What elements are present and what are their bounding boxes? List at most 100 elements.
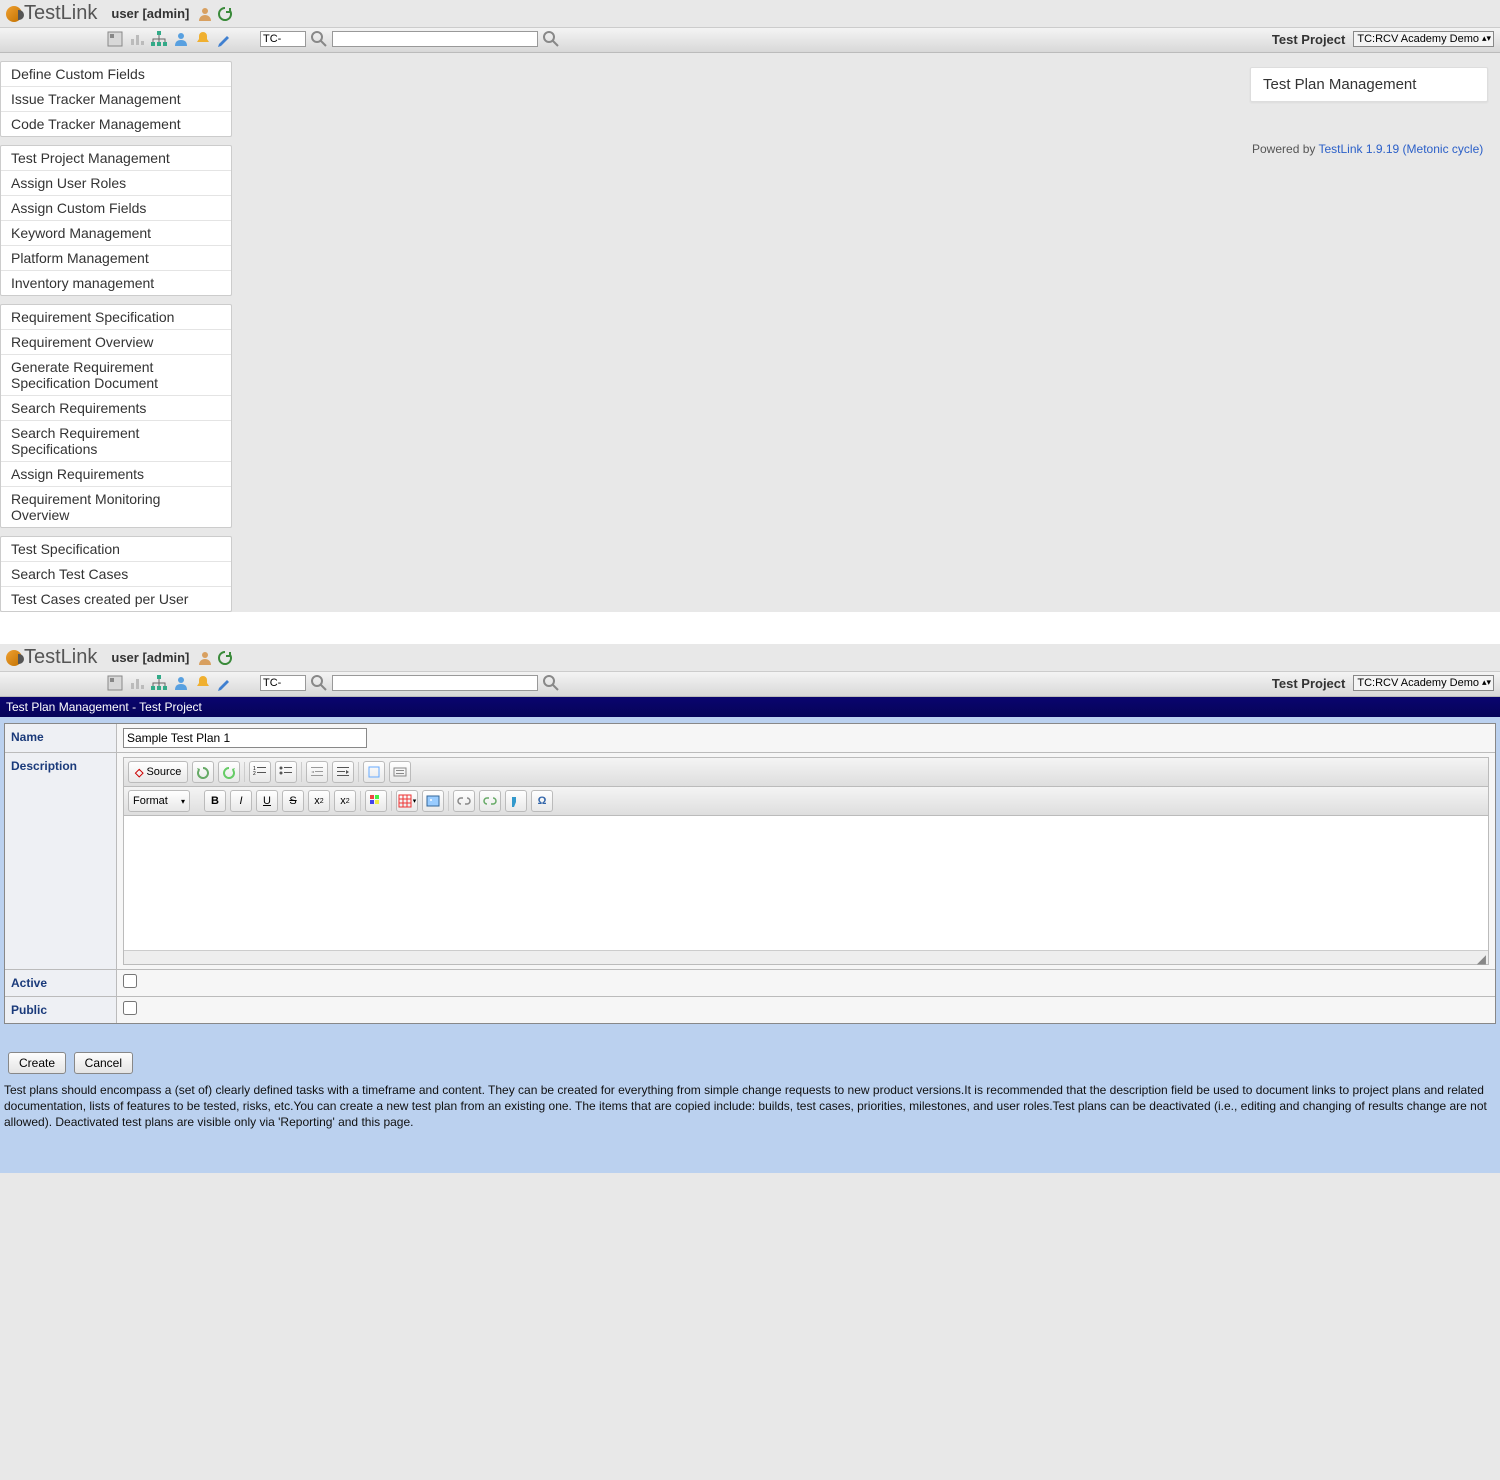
anchor-icon[interactable] <box>505 790 527 812</box>
sidebar-item[interactable]: Platform Management <box>1 246 231 271</box>
header-bar-2: TestLink user [admin] <box>0 644 1500 672</box>
sidebar-item[interactable]: Test Project Management <box>1 146 231 171</box>
tc-prefix-input[interactable] <box>260 31 306 47</box>
nav-group-3: Requirement Specification Requirement Ov… <box>0 304 232 528</box>
refresh-icon[interactable] <box>217 6 233 22</box>
tc-prefix-input-2[interactable] <box>260 675 306 691</box>
public-label: Public <box>5 997 117 1023</box>
tree-struct-icon[interactable] <box>150 674 168 692</box>
unlink-icon[interactable] <box>479 790 501 812</box>
panel-title: Test Plan Management <box>1263 76 1475 93</box>
refresh-icon[interactable] <box>217 650 233 666</box>
help-text: Test plans should encompass a (set of) c… <box>4 1074 1496 1143</box>
toolbar-2: Test Project TC:RCV Academy Demo▴▾ <box>0 672 1500 697</box>
rich-text-editor: ◇Source 12 <box>123 757 1489 965</box>
sidebar-item[interactable]: Search Requirements <box>1 396 231 421</box>
nav-group-1: Define Custom Fields Issue Tracker Manag… <box>0 61 232 137</box>
sidebar-item[interactable]: Inventory management <box>1 271 231 295</box>
sidebar-item[interactable]: Assign Requirements <box>1 462 231 487</box>
powered-link[interactable]: TestLink 1.9.19 (Metonic cycle) <box>1319 142 1484 156</box>
active-checkbox[interactable] <box>123 974 137 988</box>
sidebar-item[interactable]: Assign Custom Fields <box>1 196 231 221</box>
sidebar-item[interactable]: Code Tracker Management <box>1 112 231 136</box>
superscript-icon[interactable]: x2 <box>334 790 356 812</box>
project-label: Test Project <box>1272 32 1345 47</box>
edit-pen-icon[interactable] <box>216 674 234 692</box>
bold-icon[interactable]: B <box>204 790 226 812</box>
sidebar-item[interactable]: Search Test Cases <box>1 562 231 587</box>
test-plan-mgmt-panel[interactable]: Test Plan Management <box>1250 67 1488 102</box>
search-tc-icon[interactable] <box>310 674 328 692</box>
name-input[interactable] <box>123 728 367 748</box>
sidebar: Define Custom Fields Issue Tracker Manag… <box>0 53 232 612</box>
underline-icon[interactable]: U <box>256 790 278 812</box>
editor-textarea[interactable] <box>124 816 1488 950</box>
color-icon[interactable] <box>365 790 387 812</box>
description-label: Description <box>5 753 117 969</box>
search-input[interactable] <box>332 31 538 47</box>
sidebar-item[interactable]: Keyword Management <box>1 221 231 246</box>
sidebar-item[interactable]: Generate Requirement Specification Docum… <box>1 355 231 396</box>
search-input-2[interactable] <box>332 675 538 691</box>
special-char-icon[interactable]: Ω <box>531 790 553 812</box>
right-panel: Test Plan Management Powered by TestLink… <box>1250 53 1500 156</box>
bullet-list-icon[interactable] <box>275 761 297 783</box>
spec-tree-icon[interactable] <box>106 674 124 692</box>
metrics-icon[interactable] <box>128 30 146 48</box>
search-icon[interactable] <box>542 674 560 692</box>
cancel-button[interactable]: Cancel <box>74 1052 133 1074</box>
app-logo-icon <box>6 650 22 666</box>
editor-toolbar-1: ◇Source 12 <box>124 758 1488 787</box>
users-icon[interactable] <box>172 674 190 692</box>
search-tc-icon[interactable] <box>310 30 328 48</box>
public-checkbox[interactable] <box>123 1001 137 1015</box>
project-select[interactable]: TC:RCV Academy Demo▴▾ <box>1353 31 1494 47</box>
numbered-list-icon[interactable]: 12 <box>249 761 271 783</box>
strike-icon[interactable]: S <box>282 790 304 812</box>
svg-text:2: 2 <box>253 771 256 777</box>
name-label: Name <box>5 724 117 752</box>
metrics-icon[interactable] <box>128 674 146 692</box>
users-icon[interactable] <box>172 30 190 48</box>
app-name-2: TestLink <box>24 646 97 669</box>
user-profile-icon[interactable] <box>197 6 213 22</box>
spec-tree-icon[interactable] <box>106 30 124 48</box>
edit-pen-icon[interactable] <box>216 30 234 48</box>
link-icon[interactable] <box>453 790 475 812</box>
bell-icon[interactable] <box>194 674 212 692</box>
outdent-icon[interactable] <box>306 761 328 783</box>
sidebar-item[interactable]: Test Specification <box>1 537 231 562</box>
italic-icon[interactable]: I <box>230 790 252 812</box>
table-icon[interactable]: ▾ <box>396 790 418 812</box>
quote-icon[interactable] <box>363 761 385 783</box>
project-select-2[interactable]: TC:RCV Academy Demo▴▾ <box>1353 675 1494 691</box>
source-button[interactable]: ◇Source <box>128 761 188 783</box>
tree-struct-icon[interactable] <box>150 30 168 48</box>
create-button[interactable]: Create <box>8 1052 66 1074</box>
sidebar-item[interactable]: Assign User Roles <box>1 171 231 196</box>
breadcrumb: Test Plan Management - Test Project <box>0 697 1500 717</box>
test-plan-form: Name Description ◇Source 12 <box>4 723 1496 1024</box>
image-icon[interactable] <box>422 790 444 812</box>
logo-2: TestLink <box>6 646 97 669</box>
sidebar-item[interactable]: Search Requirement Specifications <box>1 421 231 462</box>
nav-group-4: Test Specification Search Test Cases Tes… <box>0 536 232 612</box>
search-icon[interactable] <box>542 30 560 48</box>
undo-icon[interactable] <box>192 761 214 783</box>
header-bar-top: TestLink user [admin] <box>0 0 1500 28</box>
sidebar-item[interactable]: Issue Tracker Management <box>1 87 231 112</box>
user-profile-icon[interactable] <box>197 650 213 666</box>
redo-icon[interactable] <box>218 761 240 783</box>
toolbar-top: Test Project TC:RCV Academy Demo▴▾ <box>0 28 1500 53</box>
format-dropdown[interactable]: Format▾ <box>128 790 190 812</box>
sidebar-item[interactable]: Requirement Monitoring Overview <box>1 487 231 527</box>
indent-icon[interactable] <box>332 761 354 783</box>
sidebar-item[interactable]: Define Custom Fields <box>1 62 231 87</box>
sidebar-item[interactable]: Test Cases created per User <box>1 587 231 611</box>
editor-resize-handle[interactable] <box>124 950 1488 964</box>
subscript-icon[interactable]: x2 <box>308 790 330 812</box>
bell-icon[interactable] <box>194 30 212 48</box>
sidebar-item[interactable]: Requirement Specification <box>1 305 231 330</box>
sidebar-item[interactable]: Requirement Overview <box>1 330 231 355</box>
div-icon[interactable] <box>389 761 411 783</box>
